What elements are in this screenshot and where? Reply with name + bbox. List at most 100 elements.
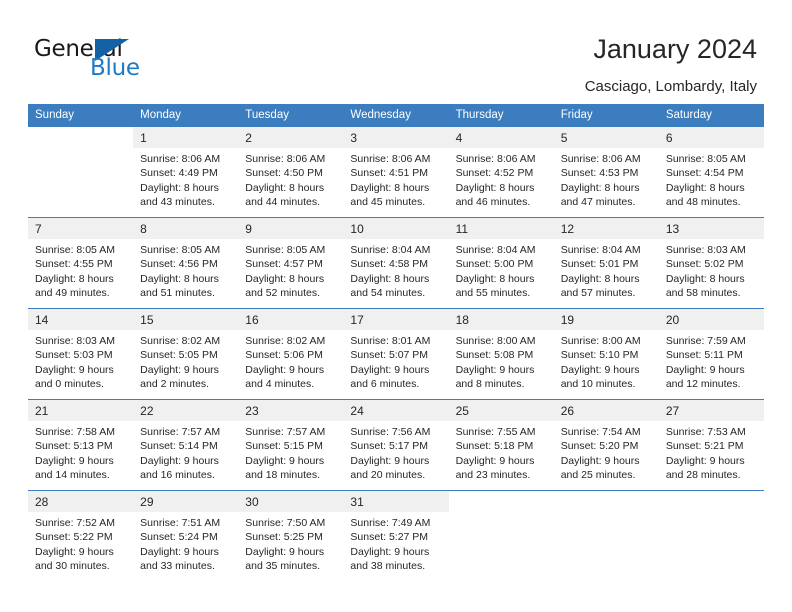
day-cell[interactable]: 8 Sunrise: 8:05 AM Sunset: 4:56 PM Daylight…	[133, 217, 239, 309]
day-cell[interactable]: 2 Sunrise: 8:06 AM Sunset: 4:50 PM Daylight…	[238, 126, 344, 218]
daylight-line-2: and 4 minutes.	[245, 378, 315, 391]
sunrise-line: Sunrise: 8:00 AM	[560, 335, 641, 347]
daylight-line-2: and 14 minutes.	[35, 469, 110, 482]
weekday-header-wednesday: Wednesday	[343, 104, 449, 127]
daylight-line-2: and 54 minutes.	[350, 287, 426, 300]
day-cell[interactable]: 20 Sunrise: 7:59 AM Sunset: 5:11 PM Dayligh…	[658, 308, 764, 400]
daylight-line-1: Daylight: 8 hours	[35, 272, 114, 285]
day-cell[interactable]: 17 Sunrise: 8:01 AM Sunset: 5:07 PM Dayligh…	[343, 308, 449, 400]
sunrise-line: Sunrise: 7:57 AM	[140, 426, 221, 438]
sunset-line: Sunset: 5:05 PM	[140, 349, 218, 362]
day-details: Sunrise: 8:05 AM Sunset: 4:55 PM Daylight:…	[28, 239, 133, 301]
day-details: Sunrise: 7:57 AM Sunset: 5:14 PM Daylight:…	[133, 421, 238, 483]
day-cell[interactable]: 22 Sunrise: 7:57 AM Sunset: 5:14 PM Dayligh…	[133, 399, 239, 491]
day-cell[interactable]: 10 Sunrise: 8:04 AM Sunset: 4:58 PM Dayligh…	[343, 217, 449, 309]
day-cell[interactable]: 14 Sunrise: 8:03 AM Sunset: 5:03 PM Dayligh…	[28, 308, 134, 400]
weekday-header-tuesday: Tuesday	[238, 104, 344, 127]
sunrise-line: Sunrise: 8:04 AM	[350, 244, 431, 256]
sunrise-line: Sunrise: 8:06 AM	[350, 153, 431, 165]
day-number: 1	[133, 127, 239, 148]
day-cell[interactable]: 11 Sunrise: 8:04 AM Sunset: 5:00 PM Dayligh…	[448, 217, 554, 309]
day-cell[interactable]: 12 Sunrise: 8:04 AM Sunset: 5:01 PM Dayligh…	[553, 217, 659, 309]
day-cell[interactable]: 29 Sunrise: 7:51 AM Sunset: 5:24 PM Dayligh…	[133, 490, 239, 581]
day-details: Sunrise: 8:06 AM Sunset: 4:50 PM Daylight:…	[238, 148, 343, 210]
sunrise-line: Sunrise: 7:58 AM	[35, 426, 115, 438]
day-number: 21	[28, 400, 134, 421]
daylight-line-2: and 12 minutes.	[665, 378, 741, 391]
weekday-header-thursday: Thursday	[448, 104, 554, 127]
day-number	[448, 491, 554, 512]
daylight-line-1: Daylight: 8 hours	[140, 181, 219, 194]
day-cell[interactable]: 27 Sunrise: 7:53 AM Sunset: 5:21 PM Dayligh…	[658, 399, 764, 491]
daylight-line-1: Daylight: 9 hours	[455, 454, 535, 467]
day-number: 20	[658, 309, 764, 330]
day-number: 16	[238, 309, 344, 330]
day-cell[interactable]: 21 Sunrise: 7:58 AM Sunset: 5:13 PM Dayligh…	[28, 399, 134, 491]
day-cell[interactable]: 31 Sunrise: 7:49 AM Sunset: 5:27 PM Dayligh…	[343, 490, 449, 581]
day-cell[interactable]: 28 Sunrise: 7:52 AM Sunset: 5:22 PM Dayligh…	[28, 490, 134, 581]
sunrise-line: Sunrise: 7:57 AM	[245, 426, 326, 438]
sunset-line: Sunset: 5:01 PM	[560, 258, 639, 271]
day-number: 14	[28, 309, 134, 330]
day-cell[interactable]: 4 Sunrise: 8:06 AM Sunset: 4:52 PM Daylight…	[448, 126, 554, 218]
weekday-header-saturday: Saturday	[658, 104, 764, 127]
general-blue-logo[interactable]: General Blue	[34, 36, 154, 84]
sunset-line: Sunset: 4:56 PM	[140, 258, 218, 271]
daylight-line-2: and 8 minutes.	[455, 378, 525, 391]
day-cell[interactable]: 18 Sunrise: 8:00 AM Sunset: 5:08 PM Dayligh…	[448, 308, 554, 400]
day-details: Sunrise: 8:02 AM Sunset: 5:06 PM Daylight:…	[238, 330, 343, 392]
day-details: Sunrise: 8:03 AM Sunset: 5:02 PM Daylight:…	[659, 239, 764, 301]
day-details: Sunrise: 7:55 AM Sunset: 5:18 PM Daylight:…	[449, 421, 554, 483]
daylight-line-1: Daylight: 8 hours	[245, 181, 325, 194]
day-cell[interactable]: 3 Sunrise: 8:06 AM Sunset: 4:51 PM Daylight…	[343, 126, 449, 218]
day-cell[interactable]: 16 Sunrise: 8:02 AM Sunset: 5:06 PM Dayligh…	[238, 308, 344, 400]
day-details: Sunrise: 8:05 AM Sunset: 4:54 PM Daylight:…	[659, 148, 764, 210]
day-cell[interactable]: 26 Sunrise: 7:54 AM Sunset: 5:20 PM Dayligh…	[553, 399, 659, 491]
day-cell[interactable]: 7 Sunrise: 8:05 AM Sunset: 4:55 PM Daylight…	[28, 217, 134, 309]
day-details: Sunrise: 8:00 AM Sunset: 5:08 PM Daylight:…	[449, 330, 554, 392]
day-cell[interactable]: 24 Sunrise: 7:56 AM Sunset: 5:17 PM Dayligh…	[343, 399, 449, 491]
daylight-line-2: and 58 minutes.	[665, 287, 741, 300]
daylight-line-1: Daylight: 9 hours	[140, 363, 219, 376]
daylight-line-1: Daylight: 9 hours	[350, 454, 430, 467]
daylight-line-1: Daylight: 9 hours	[35, 363, 114, 376]
day-cell[interactable]: 9 Sunrise: 8:05 AM Sunset: 4:57 PM Daylight…	[238, 217, 344, 309]
day-cell[interactable]: 23 Sunrise: 7:57 AM Sunset: 5:15 PM Dayligh…	[238, 399, 344, 491]
daylight-line-1: Daylight: 8 hours	[455, 272, 535, 285]
daylight-line-1: Daylight: 8 hours	[455, 181, 535, 194]
day-number: 29	[133, 491, 239, 512]
daylight-line-1: Daylight: 9 hours	[350, 363, 430, 376]
day-cell[interactable]: 19 Sunrise: 8:00 AM Sunset: 5:10 PM Dayligh…	[553, 308, 659, 400]
sunset-line: Sunset: 5:03 PM	[35, 349, 113, 362]
day-cell[interactable]: 15 Sunrise: 8:02 AM Sunset: 5:05 PM Dayligh…	[133, 308, 239, 400]
daylight-line-2: and 55 minutes.	[455, 287, 531, 300]
day-number: 11	[448, 218, 554, 239]
calendar-week-row: 1 Sunrise: 8:06 AM Sunset: 4:49 PM Daylight…	[28, 126, 764, 218]
daylight-line-2: and 33 minutes.	[140, 560, 215, 573]
day-cell[interactable]: 30 Sunrise: 7:50 AM Sunset: 5:25 PM Dayligh…	[238, 490, 344, 581]
sunrise-line: Sunrise: 8:02 AM	[140, 335, 221, 347]
daylight-line-2: and 0 minutes.	[35, 378, 104, 391]
day-cell[interactable]: 5 Sunrise: 8:06 AM Sunset: 4:53 PM Daylight…	[553, 126, 659, 218]
sunset-line: Sunset: 4:53 PM	[560, 167, 639, 180]
sunset-line: Sunset: 5:25 PM	[245, 531, 323, 544]
day-cell[interactable]: 1 Sunrise: 8:06 AM Sunset: 4:49 PM Daylight…	[133, 126, 239, 218]
day-cell[interactable]: 6 Sunrise: 8:05 AM Sunset: 4:54 PM Daylight…	[658, 126, 764, 218]
sunset-line: Sunset: 5:11 PM	[665, 349, 743, 362]
sunset-line: Sunset: 5:22 PM	[35, 531, 113, 544]
sunset-line: Sunset: 4:51 PM	[350, 167, 429, 180]
day-number	[28, 127, 134, 148]
daylight-line-2: and 38 minutes.	[350, 560, 426, 573]
daylight-line-2: and 52 minutes.	[245, 287, 320, 300]
weekday-header-sunday: Sunday	[28, 104, 134, 127]
day-cell-empty	[553, 490, 659, 581]
sunset-line: Sunset: 5:18 PM	[455, 440, 534, 453]
day-details: Sunrise: 7:58 AM Sunset: 5:13 PM Daylight:…	[28, 421, 133, 483]
sunrise-line: Sunrise: 8:03 AM	[35, 335, 115, 347]
day-number: 12	[553, 218, 659, 239]
day-cell[interactable]: 13 Sunrise: 8:03 AM Sunset: 5:02 PM Dayligh…	[658, 217, 764, 309]
page-title: January 2024	[593, 34, 757, 64]
sunrise-line: Sunrise: 7:51 AM	[140, 517, 221, 529]
day-cell[interactable]: 25 Sunrise: 7:55 AM Sunset: 5:18 PM Dayligh…	[448, 399, 554, 491]
daylight-line-2: and 18 minutes.	[245, 469, 320, 482]
